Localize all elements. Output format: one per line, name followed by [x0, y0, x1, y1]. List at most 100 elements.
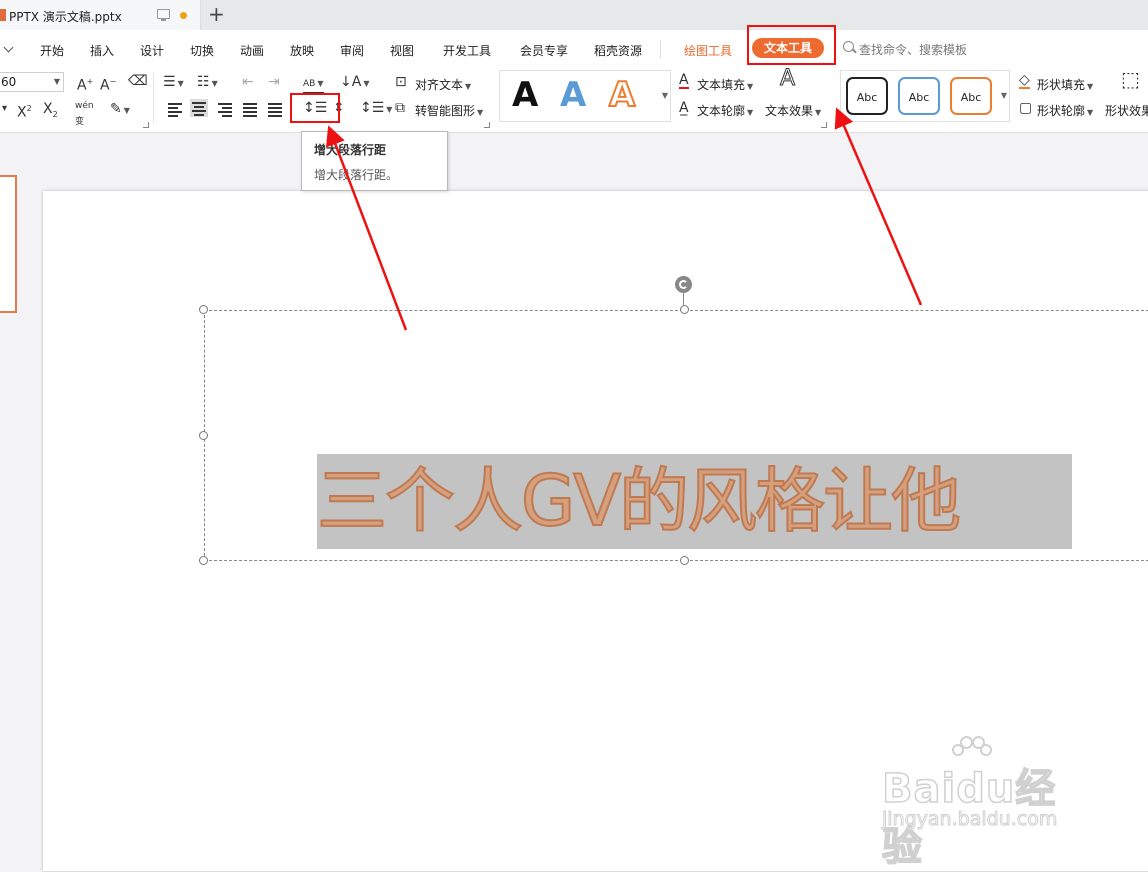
chevron-down-icon[interactable]: ▾	[2, 101, 7, 117]
gallery-more-icon[interactable]: ▼	[1001, 91, 1007, 100]
phonetic-char-label: 变	[75, 117, 85, 127]
watermark-url: jingyan.baidu.com	[881, 808, 1058, 831]
align-text-button[interactable]: 对齐文本 ▼	[415, 76, 471, 93]
text-style-black[interactable]: A	[512, 74, 538, 116]
phonetic-pinyin-label: wén	[75, 101, 94, 111]
tooltip-title: 增大段落行距	[314, 143, 387, 157]
menu-developer[interactable]: 开发工具	[443, 42, 491, 59]
slide-title-text[interactable]: 三个人GV的风格让他	[316, 454, 1077, 549]
clear-format-icon[interactable]: ⌫	[128, 73, 148, 89]
group-divider	[153, 73, 154, 123]
ribbon-toolbar: 60 ▼ A+ A− ⌫ ▾ X2 X2 wén 变 ✎ ▼ ☰ ▼ ☷ ▼ ⇤ ⇥ A…	[0, 67, 1148, 133]
search-icon[interactable]	[843, 41, 854, 52]
text-effect-icon[interactable]: A	[779, 67, 795, 90]
bullet-list-icon[interactable]: ☰ ▼	[163, 74, 184, 92]
menu-insert[interactable]: 插入	[90, 42, 114, 59]
shape-fill-icon[interactable]: ◇	[1019, 73, 1030, 89]
rotate-connector	[683, 293, 684, 305]
text-effect-button[interactable]: 文本效果 ▼	[765, 102, 821, 119]
gallery-more-icon[interactable]: ▼	[662, 91, 668, 100]
shape-style-orange[interactable]: Abc	[950, 77, 992, 115]
line-spacing-icon[interactable]: ↕☰ ▼	[360, 100, 392, 118]
menu-docer[interactable]: 稻壳资源	[594, 42, 642, 59]
shape-outline-label: 形状轮廓	[1037, 104, 1086, 118]
align-left-button[interactable]	[166, 100, 184, 118]
smart-art-label: 转智能图形	[415, 104, 476, 118]
menu-member[interactable]: 会员专享	[520, 42, 568, 59]
resize-handle[interactable]	[199, 431, 208, 440]
decrease-font-size-icon[interactable]: A−	[100, 74, 116, 94]
distribute-button[interactable]	[266, 100, 284, 118]
document-name: PPTX 演示文稿.pptx	[9, 10, 122, 24]
shape-fill-button[interactable]: 形状填充 ▼	[1037, 76, 1093, 93]
shape-style-black[interactable]: Abc	[846, 77, 888, 115]
menu-divider	[660, 40, 661, 58]
baidu-watermark: Baidu经验 jingyan.baidu.com	[881, 736, 1092, 871]
align-text-label: 对齐文本	[415, 78, 464, 92]
rotate-handle-icon[interactable]	[675, 276, 692, 293]
justify-button[interactable]	[241, 100, 259, 118]
document-tab[interactable]: PPTX 演示文稿.pptx	[0, 0, 201, 30]
shape-fill-label: 形状填充	[1037, 78, 1086, 92]
slide-thumbnail[interactable]	[0, 175, 17, 313]
menu-drawing-tools[interactable]: 绘图工具	[684, 42, 732, 59]
shape-style-blue[interactable]: Abc	[898, 77, 940, 115]
new-tab-button[interactable]: +	[208, 3, 225, 25]
resize-handle[interactable]	[680, 305, 689, 314]
title-bar: PPTX 演示文稿.pptx +	[0, 0, 1148, 30]
text-outline-button[interactable]: 文本轮廓 ▼	[697, 102, 753, 119]
paragraph-spacing-highlight	[290, 93, 340, 123]
increase-font-size-icon[interactable]: A+	[77, 74, 93, 94]
resize-handle[interactable]	[680, 556, 689, 565]
menu-animation[interactable]: 动画	[240, 42, 264, 59]
shape-outline-button[interactable]: 形状轮廓 ▼	[1037, 102, 1093, 119]
text-fill-button[interactable]: 文本填充 ▼	[697, 76, 753, 93]
smart-art-button[interactable]: 转智能图形 ▼	[415, 102, 483, 119]
pptx-file-icon	[0, 9, 6, 21]
resize-handle[interactable]	[199, 556, 208, 565]
subscript-icon[interactable]: X2	[43, 101, 58, 123]
text-effect-label: 文本效果	[765, 104, 814, 118]
smart-art-icon[interactable]: ⧉	[395, 100, 405, 116]
align-center-button[interactable]	[190, 99, 208, 117]
shape-effect-button[interactable]: 形状效果	[1105, 102, 1148, 119]
text-outline-label: 文本轮廓	[697, 104, 746, 118]
menu-design[interactable]: 设计	[140, 42, 164, 59]
text-fill-icon[interactable]: A	[679, 73, 689, 89]
chevron-down-icon: ▼	[53, 77, 60, 86]
text-fill-label: 文本填充	[697, 78, 746, 92]
increase-indent-icon[interactable]: ⇥	[268, 74, 280, 90]
text-dialog-launcher-icon[interactable]	[821, 122, 827, 128]
menu-bar: 开始 插入 设计 切换 动画 放映 审阅 视图 开发工具 会员专享 稻壳资源 绘…	[0, 30, 1148, 67]
phonetic-guide-icon[interactable]: wén 变	[75, 98, 94, 130]
shape-effect-icon[interactable]: ⬚	[1121, 69, 1140, 89]
chevron-down-icon[interactable]	[3, 42, 14, 53]
menu-view[interactable]: 视图	[390, 42, 414, 59]
shape-outline-icon[interactable]: ▢	[1019, 100, 1032, 116]
resize-handle[interactable]	[199, 305, 208, 314]
shape-style-gallery: Abc Abc Abc ▼	[840, 70, 1010, 122]
superscript-icon[interactable]: X2	[17, 101, 32, 121]
align-text-icon[interactable]: ⊡	[395, 74, 407, 90]
numbered-list-icon[interactable]: ☷ ▼	[197, 74, 218, 92]
menu-home[interactable]: 开始	[40, 42, 64, 59]
monitor-icon[interactable]	[157, 9, 170, 21]
font-size-value: 60	[1, 75, 17, 89]
decrease-indent-icon[interactable]: ⇤	[242, 74, 254, 90]
font-dialog-launcher-icon[interactable]	[143, 122, 149, 128]
text-style-orange-outline[interactable]: A	[608, 74, 636, 116]
text-tools-highlight	[747, 25, 836, 65]
text-outline-icon[interactable]: A̲	[679, 100, 689, 116]
paragraph-dialog-launcher-icon[interactable]	[484, 122, 490, 128]
menu-slideshow[interactable]: 放映	[290, 42, 314, 59]
text-direction-icon[interactable]: AB ▼	[303, 76, 324, 93]
align-right-button[interactable]	[216, 100, 234, 118]
menu-transition[interactable]: 切换	[190, 42, 214, 59]
font-size-select[interactable]: 60 ▼	[0, 72, 64, 92]
search-input[interactable]: 查找命令、搜索模板	[859, 41, 967, 58]
tooltip-description: 增大段落行距。	[314, 168, 399, 182]
highlight-color-icon[interactable]: ✎ ▼	[110, 101, 130, 119]
sort-icon[interactable]: ↓A ▼	[340, 74, 369, 92]
menu-review[interactable]: 审阅	[340, 42, 364, 59]
text-style-blue[interactable]: A	[560, 74, 586, 116]
